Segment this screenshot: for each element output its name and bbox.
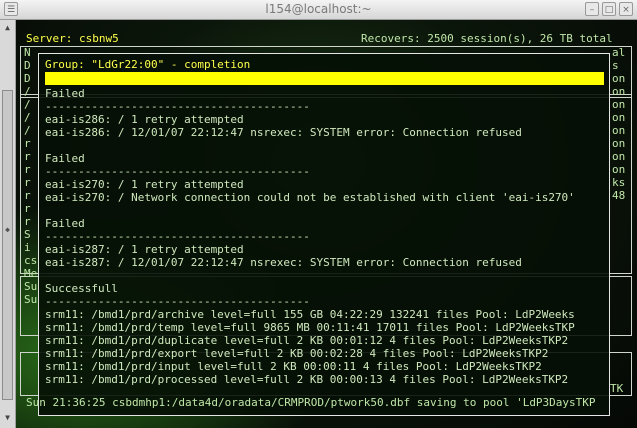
left-edge-fragment: r [24,202,31,215]
dialog-line [45,139,575,152]
right-edge-fragment: 48 [612,189,626,202]
dialog-line: ---------------------------------------- [45,295,310,308]
left-edge-fragment: / [24,111,31,124]
left-edge-fragment: r [24,215,31,228]
left-edge-fragment: S [24,228,31,241]
recovers-summary: Recovers: 2500 session(s), 26 TB total [361,32,613,45]
right-edge-fragment: al [612,46,626,59]
dialog-line: Failed [45,217,85,230]
right-edge-fragment: on [612,85,626,98]
dialog-line: eai-is270: / Network connection could no… [45,191,575,204]
maximize-icon[interactable]: □ [602,2,616,16]
terminal-scrollbar[interactable]: ▲ ◆ ▼ [0,20,16,428]
right-edge-fragment: on [612,163,626,176]
left-edge-fragment: r [24,163,31,176]
right-edge-fragment: on [612,124,626,137]
right-edge-fragment: on [612,137,626,150]
left-edge-fragment: cs [24,254,38,267]
scrollbar-thumb[interactable] [2,90,13,400]
dialog-line [45,269,575,282]
dialog-line: eai-is286: / 1 retry attempted [45,113,244,126]
dialog-line: ---------------------------------------- [45,165,310,178]
dialog-line: srm11: /bmd1/prd/processed level=full 2 … [45,373,569,386]
left-edge-fragment: Me [24,267,38,280]
right-edge-fragment: on [612,98,626,111]
left-edge-fragment: r [24,176,31,189]
left-edge-fragment: r [24,150,31,163]
dialog-line: ---------------------------------------- [45,100,310,113]
left-edge-column: N D D / / / / r r r r r r r Si cs Me Su Su [24,46,37,306]
left-edge-fragment: i [24,241,31,254]
dialog-highlight-bar [45,72,604,85]
dialog-line: eai-is287: / 12/01/07 22:12:47 nsrexec: … [45,256,522,269]
dialog-line: eai-is270: / 1 retry attempted [45,178,244,191]
corner-fragment: TK [610,382,624,395]
dialog-line: eai-is286: / 12/01/07 22:12:47 nsrexec: … [45,126,522,139]
right-edge-fragment: s [612,59,619,72]
left-edge-fragment: D [24,59,31,72]
left-edge-fragment: / [24,85,31,98]
dialog-line [45,204,575,217]
dialog-line: srm11: /bmd1/prd/archive level=full 155 … [45,308,575,321]
left-edge-fragment: / [24,124,31,137]
right-edge-column: al s on on on on on on on on ks 48 [612,46,625,202]
scroll-up-icon[interactable]: ▲ [2,22,13,34]
dialog-line: ---------------------------------------- [45,230,310,243]
dialog-line: srm11: /bmd1/prd/temp level=full 9865 MB… [45,321,575,334]
dialog-line: srm11: /bmd1/prd/input level=full 2 KB 0… [45,360,542,373]
right-edge-fragment: on [612,150,626,163]
left-edge-fragment: Su [24,293,38,306]
group-completion-dialog[interactable]: Group: "LdGr22:00" - completion Failed --… [38,53,610,416]
status-line: Sun 21:36:25 csbdmhp1:/data4d/oradata/CR… [26,396,596,409]
left-edge-fragment: Su [24,280,38,293]
left-edge-fragment: r [24,137,31,150]
dialog-line: srm11: /bmd1/prd/export level=full 2 KB … [45,347,549,360]
dialog-line: eai-is287: / 1 retry attempted [45,243,244,256]
dialog-line: Successfull [45,282,118,295]
dialog-body: Failed ----------------------------------… [45,87,575,386]
minimize-icon[interactable]: – [585,2,599,16]
window-title: l154@localhost:~ [265,2,372,16]
terminal-area[interactable]: Server: csbnw5 Recovers: 2500 session(s)… [0,20,637,428]
dialog-title: Group: "LdGr22:00" - completion [45,58,251,71]
scroll-down-icon[interactable]: ▼ [2,412,13,424]
left-edge-fragment: / [24,98,31,111]
close-icon[interactable]: × [619,2,633,16]
left-edge-fragment: r [24,189,31,202]
right-edge-fragment: on [612,72,626,85]
server-label: Server: csbnw5 [26,32,119,45]
scroll-grip-icon: ◆ [5,225,10,234]
left-edge-fragment: D [24,72,31,85]
dialog-line: Failed [45,87,85,100]
window-titlebar: ☰ l154@localhost:~ – □ × [0,0,637,20]
dialog-line: srm11: /bmd1/prd/duplicate level=full 2 … [45,334,569,347]
right-edge-fragment: on [612,111,626,124]
dialog-line: Failed [45,152,85,165]
right-edge-fragment: ks [612,176,626,189]
left-edge-fragment: N [24,46,31,59]
